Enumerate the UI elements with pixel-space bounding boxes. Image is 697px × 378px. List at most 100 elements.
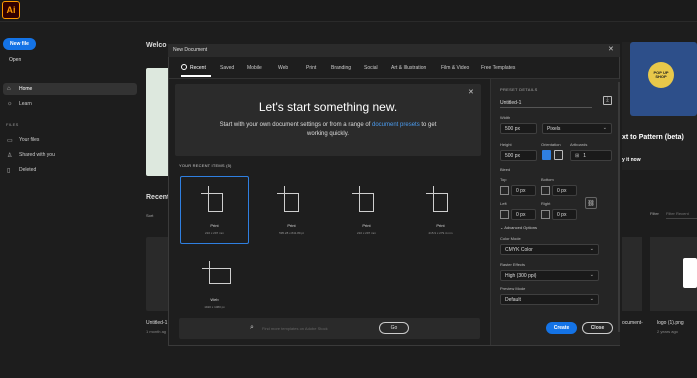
document-presets-link[interactable]: document presets (372, 122, 420, 128)
welcome-heading: Welco (146, 42, 167, 49)
color-mode-label: Color Mode (500, 236, 521, 241)
pattern-promo-title: xt to Pattern (beta) (622, 134, 684, 141)
document-icon (208, 193, 223, 212)
preset-size: 210 x 297 mm (204, 231, 224, 235)
bleed-right-field[interactable]: 0 px (552, 209, 577, 220)
app-top-bar (0, 0, 697, 22)
bleed-right-label: Right (541, 201, 551, 206)
color-mode-select[interactable]: CMYK Color ⌄ (500, 244, 599, 255)
sidebar-item-deleted[interactable]: ▯ Deleted (3, 164, 137, 176)
link-icon[interactable]: ⛓ (585, 197, 597, 209)
home-icon: ⌂ (7, 86, 11, 92)
document-name-field[interactable]: Untitled-1 (500, 98, 592, 108)
artboards-value: 1 (583, 153, 586, 159)
plus-icon (208, 186, 209, 193)
save-preset-icon[interactable]: ⤓ (603, 96, 612, 105)
sidebar-item-your-files[interactable]: ▭ Your files (3, 134, 137, 146)
units-select[interactable]: Pixels ⌄ (542, 123, 612, 134)
recent-file-name: Untitled-1 (146, 320, 168, 326)
open-button[interactable]: Open (9, 57, 21, 63)
close-banner-icon[interactable]: ✕ (468, 88, 474, 96)
filter-input[interactable]: Filter Recent (666, 209, 697, 219)
bleed-bottom-label: Bottom (541, 177, 554, 182)
artboards-field[interactable]: ⊞ 1 (570, 150, 612, 161)
chevron-down-icon: ⌄ (589, 246, 594, 252)
tab-free-templates[interactable]: Free Templates (481, 65, 515, 71)
recent-file-name: logo (1).png (657, 320, 684, 326)
width-label: Width (500, 115, 511, 120)
sidebar-item-learn[interactable]: ☼ Learn (3, 98, 137, 110)
recent-items-label: YOUR RECENT ITEMS (5) (179, 163, 232, 168)
chevron-down-icon: ⌄ (602, 125, 607, 131)
bleed-left-label: Left (500, 201, 507, 206)
template-search-bar (179, 318, 480, 339)
pop-up-shop-badge: POP UP SHOP (648, 62, 674, 88)
recent-file-thumbnail[interactable] (622, 237, 642, 311)
preset-name: Print (436, 223, 445, 228)
tab-mobile[interactable]: Mobile (247, 65, 262, 71)
bleed-bottom-field[interactable]: 0 px (552, 185, 577, 196)
raster-effects-select[interactable]: High (300 ppi) ⌄ (500, 270, 599, 281)
create-button[interactable]: Create (546, 322, 577, 334)
plus-icon (277, 193, 284, 194)
plus-icon (202, 268, 209, 269)
bleed-left-icon (500, 210, 509, 219)
bleed-left-field[interactable]: 0 px (511, 209, 536, 220)
tab-social[interactable]: Social (364, 65, 378, 71)
orientation-label: Orientation (541, 142, 561, 147)
banner-title: Let's start something new. (258, 100, 398, 114)
document-icon (284, 193, 299, 212)
template-search-input[interactable]: Find more templates on Adobe Stock (262, 326, 328, 331)
plus-icon (201, 193, 208, 194)
height-field[interactable]: 500 px (500, 150, 537, 161)
preset-size: 215.9 x 279.4 mm (428, 231, 453, 235)
try-it-now-link[interactable]: y it now (622, 157, 641, 163)
recent-file-name: ocument- (622, 320, 643, 326)
sidebar-item-home[interactable]: ⌂ Home (3, 83, 137, 95)
panel-scrollbar[interactable] (618, 82, 620, 332)
welcome-banner (175, 84, 481, 156)
preset-name: Print (362, 223, 371, 228)
files-heading: FILES (6, 122, 19, 127)
advanced-options-toggle[interactable]: ⌄ Advanced Options (500, 225, 537, 230)
bleed-label: Bleed (500, 167, 511, 172)
recent-file-thumbnail[interactable] (146, 237, 170, 311)
sort-label[interactable]: Sort (146, 213, 153, 218)
portrait-orientation-icon[interactable] (542, 150, 551, 160)
logo-thumbnail (683, 258, 697, 288)
go-button[interactable]: Go (379, 322, 409, 334)
close-icon[interactable]: ✕ (608, 45, 614, 53)
new-file-button[interactable]: New file (3, 38, 36, 50)
tab-recent[interactable]: Recent (190, 65, 206, 71)
banner-card[interactable] (146, 68, 170, 176)
preview-mode-label: Preview Mode (500, 286, 526, 291)
recent-file-time: 1 month ag (146, 329, 167, 334)
bleed-right-icon (541, 210, 550, 219)
width-field[interactable]: 500 px (500, 123, 537, 134)
bleed-top-field[interactable]: 0 px (511, 185, 536, 196)
tab-web[interactable]: Web (278, 65, 288, 71)
height-label: Height (500, 142, 512, 147)
artboards-label: Artboards (570, 142, 588, 147)
preset-name: Print (210, 223, 219, 228)
tab-art-illustration[interactable]: Art & Illustration (391, 65, 426, 71)
preset-details-heading: PRESET DETAILS (500, 87, 538, 92)
chevron-down-icon: ⌄ (589, 272, 594, 278)
tab-branding[interactable]: Branding (331, 65, 351, 71)
artboard-icon: ⊞ (575, 153, 580, 159)
tab-print[interactable]: Print (306, 65, 316, 71)
tab-saved[interactable]: Saved (220, 65, 234, 71)
people-icon: ♙ (7, 152, 13, 159)
preview-mode-value: Default (505, 297, 521, 303)
close-button[interactable]: Close (582, 322, 613, 334)
preset-name: Print (287, 223, 296, 228)
landscape-orientation-icon[interactable] (554, 150, 563, 160)
bleed-top-icon (500, 186, 509, 195)
preview-mode-select[interactable]: Default ⌄ (500, 294, 599, 305)
document-icon (359, 193, 374, 212)
bleed-top-label: Top (500, 177, 507, 182)
tab-film-video[interactable]: Film & Video (441, 65, 469, 71)
sidebar-item-label: Learn (19, 101, 32, 107)
sidebar-item-shared[interactable]: ♙ Shared with you (3, 149, 137, 161)
bleed-bottom-icon (541, 186, 550, 195)
